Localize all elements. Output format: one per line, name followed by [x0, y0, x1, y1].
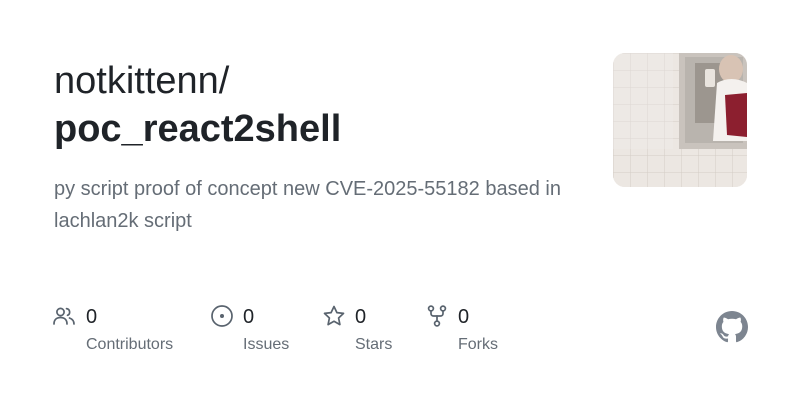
contributors-count: 0 — [86, 306, 98, 328]
issue-opened-icon — [211, 305, 233, 327]
repo-description: py script proof of concept new CVE-2025-… — [54, 178, 561, 232]
fork-icon — [427, 305, 447, 327]
issues-count: 0 — [243, 306, 255, 328]
avatar-photo — [613, 53, 747, 187]
avatar[interactable] — [613, 53, 747, 187]
contributors-label: Contributors — [86, 336, 174, 353]
issues-label: Issues — [243, 336, 290, 353]
stars-label: Stars — [355, 336, 393, 353]
forks-count: 0 — [458, 306, 470, 328]
github-mark-icon[interactable] — [716, 311, 748, 343]
repo-social-card: notkittenn/ poc_react2shell py script pr… — [0, 0, 800, 400]
stars-count: 0 — [355, 306, 367, 328]
people-icon — [53, 307, 75, 325]
star-icon — [323, 305, 345, 326]
forks-label: Forks — [458, 336, 498, 353]
repo-name[interactable]: poc_react2shell — [54, 106, 341, 152]
repo-owner[interactable]: notkittenn/ — [54, 58, 229, 104]
